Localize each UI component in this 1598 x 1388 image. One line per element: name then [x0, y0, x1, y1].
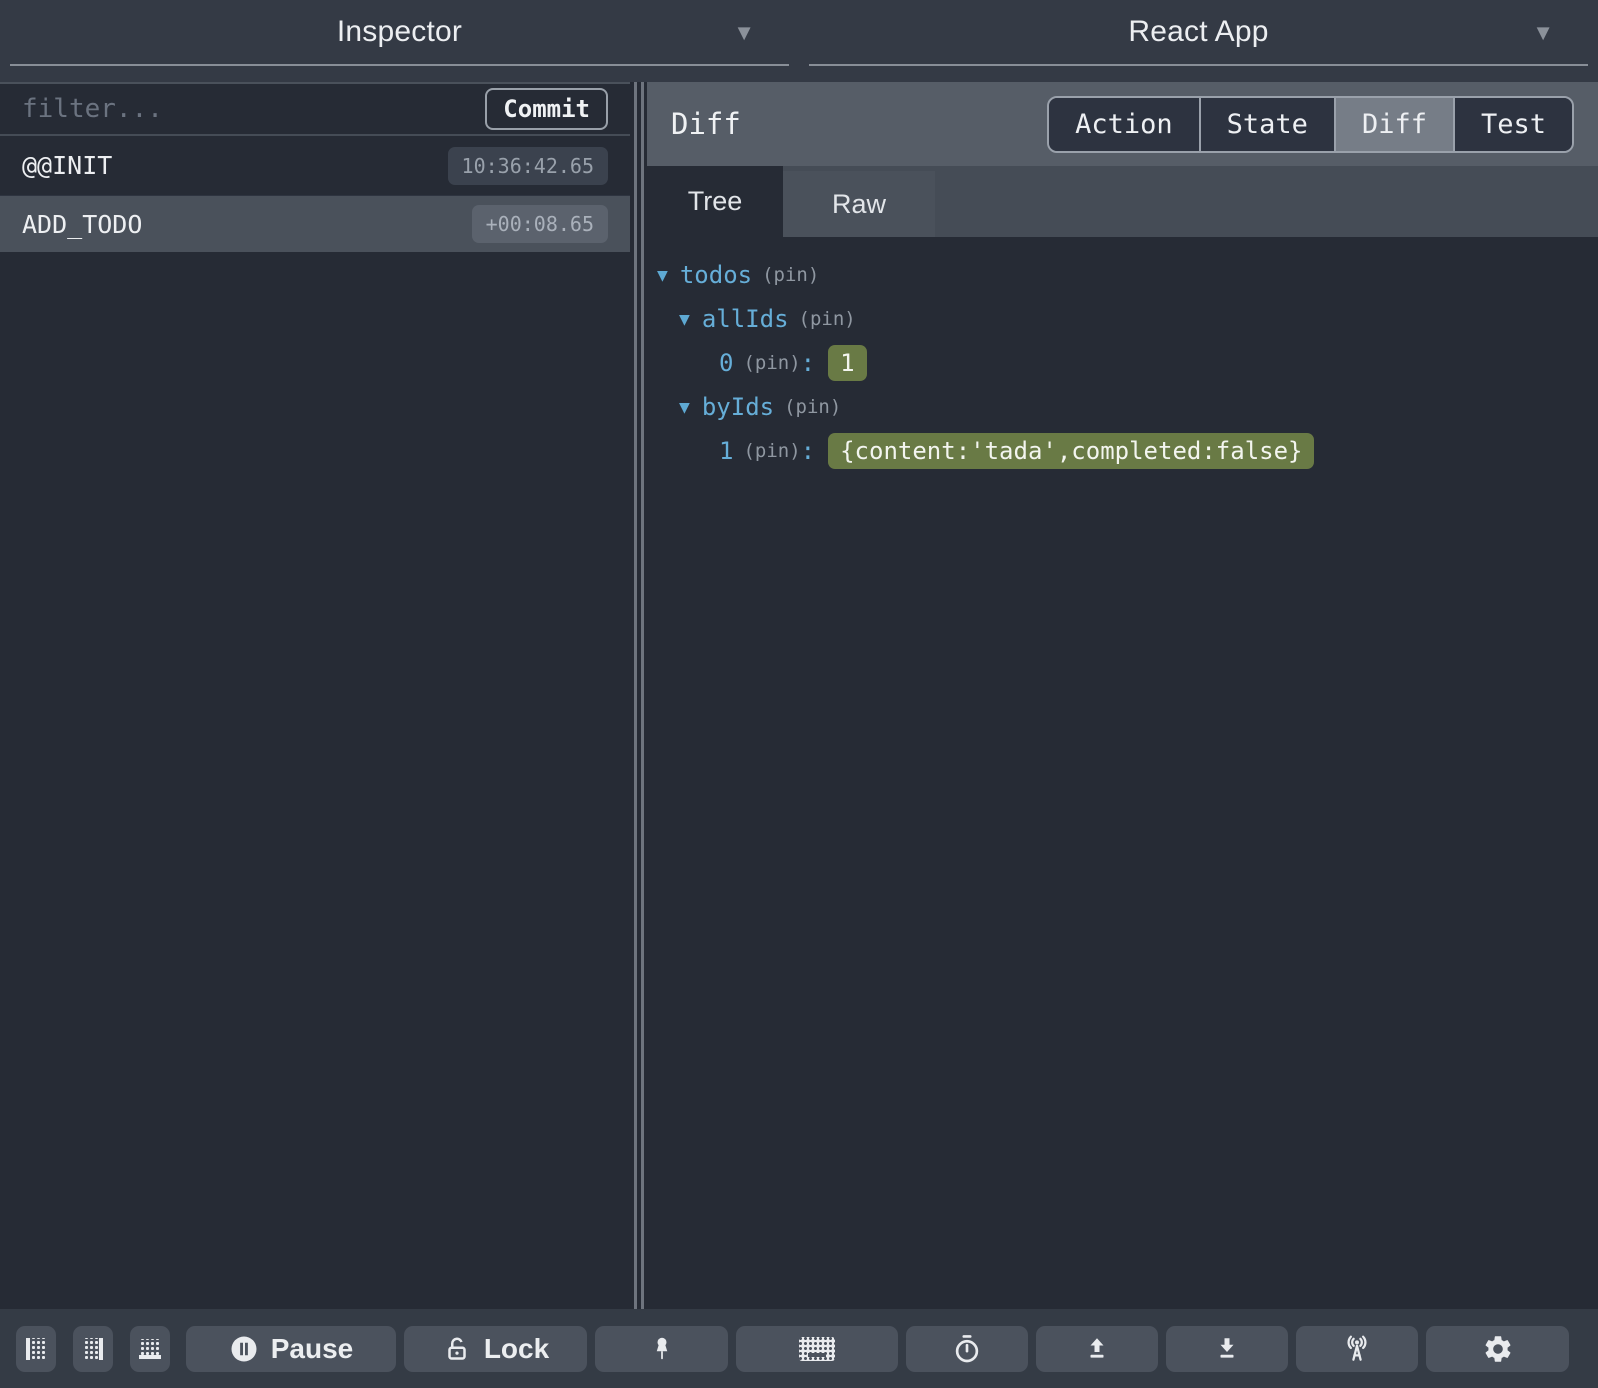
stopwatch-icon [955, 1334, 979, 1362]
titlebar: Inspector ▼ React App ▼ [0, 0, 1598, 82]
colon: : [800, 349, 816, 377]
action-list-panel: Commit @@INIT 10:36:42.65 ADD_TODO +00:0… [0, 82, 630, 1309]
pin-link[interactable]: (pin) [743, 440, 800, 462]
action-row[interactable]: ADD_TODO +00:08.65 [0, 196, 630, 252]
gear-icon [1485, 1335, 1510, 1362]
pin-link[interactable]: (pin) [799, 308, 856, 330]
keyboard-icon [799, 1336, 835, 1361]
preview-header: Diff Action State Diff Test [647, 82, 1598, 166]
tree-row: ▼ todos (pin) [647, 253, 1598, 297]
dock-right-icon [83, 1337, 103, 1360]
action-preview-panel: Diff Action State Diff Test Tree Raw ▼ t… [647, 82, 1598, 1309]
diff-tree: ▼ todos (pin) ▼ allIds (pin) 0 (pin): 1 … [647, 237, 1598, 1309]
instance-select[interactable]: React App ▼ [799, 0, 1598, 82]
dock-left-icon [26, 1337, 46, 1360]
subtab-raw[interactable]: Raw [783, 171, 935, 237]
tree-key[interactable]: todos [680, 261, 752, 289]
tab-diff[interactable]: Diff [1333, 97, 1453, 151]
tab-state[interactable]: State [1198, 97, 1334, 151]
broadcast-button[interactable] [1296, 1325, 1418, 1372]
divider [809, 64, 1588, 66]
pushpin-icon [656, 1337, 667, 1359]
tab-action[interactable]: Action [1049, 97, 1199, 151]
caret-down-icon: ▼ [733, 20, 755, 45]
colon: : [800, 437, 816, 465]
value-badge: 1 [828, 345, 867, 381]
tree-row: ▼ byIds (pin) [647, 385, 1598, 429]
pin-link[interactable]: (pin) [743, 352, 800, 374]
monitor-select-label: Inspector [336, 15, 463, 48]
tab-test[interactable]: Test [1452, 97, 1572, 151]
subtab-tree[interactable]: Tree [647, 166, 783, 237]
subtab-bar: Tree Raw [647, 166, 1598, 237]
commit-button[interactable]: Commit [485, 88, 608, 130]
monitor-select[interactable]: Inspector ▼ [0, 0, 799, 82]
expander-icon[interactable]: ▼ [679, 309, 690, 330]
caret-down-icon: ▼ [1532, 20, 1554, 45]
dock-bottom-button[interactable] [130, 1325, 170, 1372]
broadcast-icon [1347, 1335, 1367, 1361]
main-area: Commit @@INIT 10:36:42.65 ADD_TODO +00:0… [0, 82, 1598, 1309]
tree-key[interactable]: 1 [719, 437, 733, 465]
action-time-badge: 10:36:42.65 [447, 146, 608, 185]
lock-label: Lock [483, 1332, 550, 1364]
dock-left-button[interactable] [16, 1325, 56, 1372]
download-icon [1220, 1337, 1234, 1358]
tree-key[interactable]: 0 [719, 349, 733, 377]
pause-label: Pause [270, 1332, 354, 1364]
upload-button[interactable] [1036, 1325, 1158, 1372]
lock-button[interactable]: Lock [404, 1325, 587, 1372]
value-badge: {content:'tada',completed:false} [828, 433, 1315, 469]
lock-icon [448, 1337, 466, 1360]
stopwatch-button[interactable] [906, 1325, 1028, 1372]
dock-right-button[interactable] [73, 1325, 113, 1372]
tree-key[interactable]: byIds [702, 393, 774, 421]
keyboard-button[interactable] [736, 1325, 898, 1372]
divider [10, 64, 789, 66]
upload-icon [1090, 1337, 1104, 1358]
tree-row: 0 (pin): 1 [647, 341, 1598, 385]
instance-select-label: React App [1128, 15, 1269, 48]
settings-button[interactable] [1426, 1325, 1569, 1372]
pin-link[interactable]: (pin) [762, 264, 819, 286]
pause-icon [231, 1336, 257, 1361]
tree-key[interactable]: allIds [702, 305, 789, 333]
action-name: ADD_TODO [22, 209, 143, 239]
tree-row: 1 (pin): {content:'tada',completed:false… [647, 429, 1598, 473]
action-name: @@INIT [22, 151, 113, 180]
expander-icon[interactable]: ▼ [679, 397, 690, 418]
pin-button[interactable] [595, 1325, 728, 1372]
preview-title: Diff [671, 107, 741, 141]
action-row[interactable]: @@INIT 10:36:42.65 [0, 136, 630, 196]
expander-icon[interactable]: ▼ [657, 265, 668, 286]
dock-bottom-icon [139, 1338, 161, 1359]
filter-row: Commit [0, 84, 630, 136]
action-time-badge: +00:08.65 [471, 205, 608, 243]
bottom-toolbar: Pause Lock [0, 1309, 1598, 1388]
tree-row: ▼ allIds (pin) [647, 297, 1598, 341]
pin-link[interactable]: (pin) [784, 396, 841, 418]
download-button[interactable] [1166, 1325, 1288, 1372]
preview-tabset: Action State Diff Test [1047, 95, 1574, 153]
pause-button[interactable]: Pause [186, 1325, 396, 1372]
panel-resizer[interactable] [630, 82, 647, 1309]
filter-input[interactable] [22, 94, 486, 124]
